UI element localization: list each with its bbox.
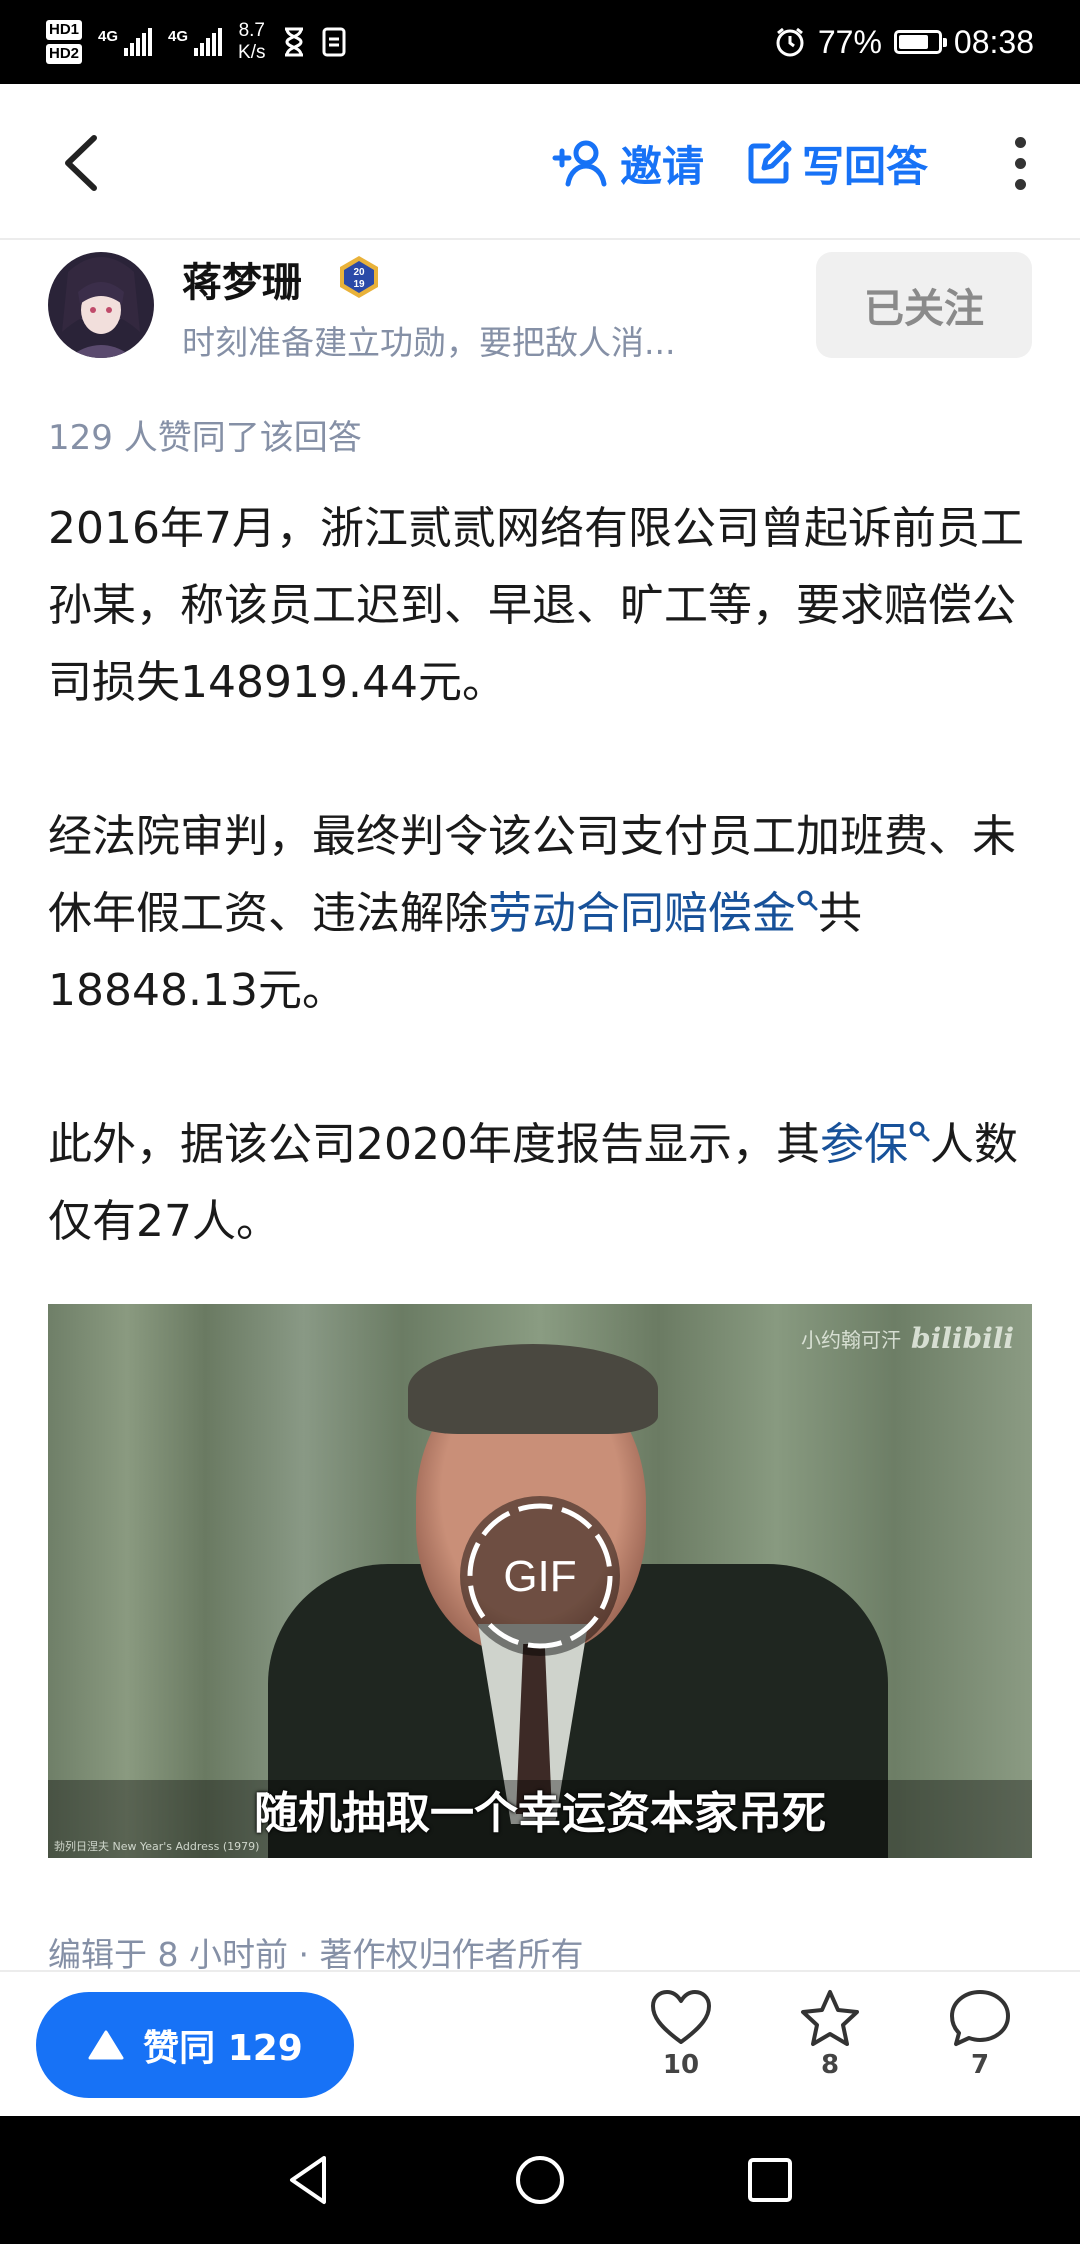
paragraph-1: 2016年7月，浙江贰贰网络有限公司曾起诉前员工孙某，称该员工迟到、早退、旷工等… bbox=[48, 503, 1024, 708]
nav-home-icon[interactable] bbox=[510, 2150, 570, 2210]
paragraph-3: 此外，据该公司2020年度报告显示，其参保 人数仅有27人。 bbox=[48, 1119, 1018, 1247]
comment-count: 7 bbox=[970, 2050, 990, 2080]
medal-year-top: 20 bbox=[353, 267, 365, 278]
author-bio: 时刻准备建立功勋，要把敌人消... bbox=[182, 323, 676, 362]
like-button[interactable]: 10 bbox=[631, 1988, 731, 2104]
signal-icon: 4G bbox=[98, 28, 153, 56]
favorite-count: 8 bbox=[820, 2050, 840, 2080]
triangle-up-icon bbox=[88, 2030, 124, 2060]
edit-icon bbox=[748, 140, 792, 184]
write-answer-label: 写回答 bbox=[802, 141, 929, 191]
gif-image[interactable]: 小约翰可汗 bilibili GIF 随机抽取一个幸运资本家吊死 勃列日涅夫 N… bbox=[48, 1304, 1032, 1858]
star-icon bbox=[801, 1990, 859, 2046]
heart-icon bbox=[651, 1990, 711, 2044]
follow-button[interactable]: 已关注 bbox=[816, 252, 1032, 358]
hourglass-icon bbox=[284, 27, 303, 57]
bottom-action-bar: 赞同 129 10 8 7 bbox=[0, 1970, 1080, 2116]
battery-percent: 77% bbox=[817, 23, 882, 60]
network-speed: 8.7 K/s bbox=[238, 20, 266, 63]
document-icon bbox=[322, 27, 345, 57]
search-magnifier-icon[interactable] bbox=[796, 889, 818, 911]
gif-source-text: 勃列日涅夫 New Year's Address (1979) bbox=[54, 1840, 260, 1853]
agree-count-text: 129 人赞同了该回答 bbox=[48, 418, 362, 458]
alarm-icon bbox=[776, 27, 804, 57]
clock: 08:38 bbox=[953, 23, 1034, 60]
comment-bubble-icon bbox=[950, 1990, 1010, 2046]
medal-year-bottom: 19 bbox=[353, 279, 365, 290]
author-header: 蒋梦珊 20 19 时刻准备建立功勋，要把敌人消... 已关注 bbox=[48, 250, 1032, 366]
status-left: HD1 HD2 4G 4G 8.7 K/s bbox=[46, 16, 346, 68]
upvote-label: 赞同 129 bbox=[143, 2028, 303, 2069]
gif-label: GIF bbox=[503, 1552, 576, 1601]
hd2-indicator: HD2 bbox=[46, 44, 83, 64]
hd1-indicator: HD1 bbox=[46, 20, 83, 40]
add-person-icon bbox=[552, 140, 607, 187]
search-magnifier-icon[interactable] bbox=[908, 1120, 930, 1142]
author-name[interactable]: 蒋梦珊 bbox=[182, 250, 302, 308]
system-navigation-bar bbox=[0, 2116, 1080, 2244]
medal-badge-icon: 20 19 bbox=[340, 256, 378, 298]
hd-indicators: HD1 HD2 bbox=[46, 20, 83, 64]
upvote-button[interactable]: 赞同 129 bbox=[36, 1992, 354, 2098]
watermark: 小约翰可汗 bilibili bbox=[801, 1322, 1014, 1355]
back-arrow-icon[interactable] bbox=[54, 128, 114, 198]
status-right: 77% 08:38 bbox=[774, 0, 1034, 84]
favorite-button[interactable]: 8 bbox=[780, 1988, 880, 2104]
edited-info: 编辑于 8 小时前 · 著作权归作者所有 bbox=[48, 1935, 584, 1974]
nav-recents-icon[interactable] bbox=[740, 2150, 800, 2210]
signal-icon-2: 4G bbox=[168, 28, 223, 56]
paragraph-2: 经法院审判，最终判令该公司支付员工加班费、未休年假工资、违法解除劳动合同赔偿金共… bbox=[48, 811, 1016, 1016]
bilibili-logo: bilibili bbox=[911, 1322, 1014, 1355]
answer-content: 2016年7月，浙江贰贰网络有限公司曾起诉前员工孙某，称该员工迟到、早退、旷工等… bbox=[48, 490, 1032, 1337]
gif-play-badge[interactable]: GIF bbox=[458, 1494, 622, 1658]
invite-label: 邀请 bbox=[620, 141, 705, 191]
search-link-insured[interactable]: 参保 bbox=[820, 1119, 908, 1170]
write-answer-button[interactable]: 写回答 bbox=[746, 128, 928, 198]
status-bar: HD1 HD2 4G 4G 8.7 K/s 77% 08:38 bbox=[0, 0, 1080, 84]
invite-button[interactable]: 邀请 bbox=[552, 128, 704, 198]
avatar[interactable] bbox=[48, 252, 154, 358]
top-app-bar: 邀请 写回答 bbox=[0, 84, 1080, 240]
battery-icon bbox=[893, 30, 947, 54]
search-link-compensation[interactable]: 劳动合同赔偿金 bbox=[488, 888, 796, 939]
nav-back-icon[interactable] bbox=[280, 2150, 340, 2210]
more-options-icon[interactable] bbox=[990, 128, 1050, 198]
comment-button[interactable]: 7 bbox=[930, 1988, 1030, 2104]
like-count: 10 bbox=[662, 2050, 700, 2080]
